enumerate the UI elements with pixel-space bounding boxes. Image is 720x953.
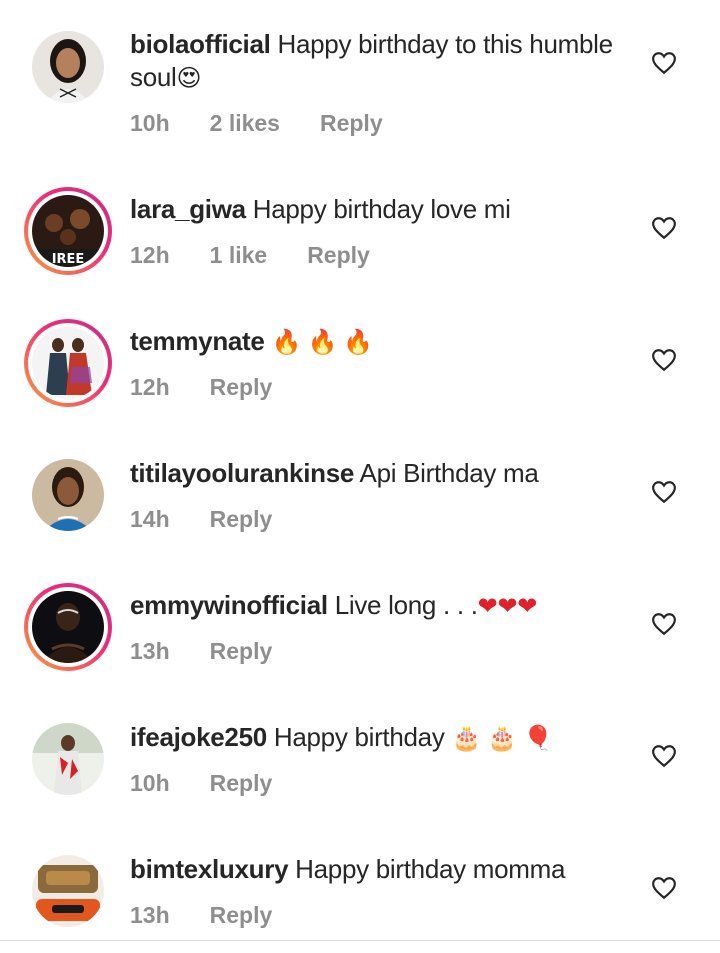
comment-meta: 10h Reply — [130, 770, 312, 797]
comment-body: Happy birthday momma — [295, 854, 566, 884]
reply-button[interactable]: Reply — [210, 770, 273, 797]
comment-meta: 12h Reply — [130, 374, 312, 401]
avatar[interactable] — [24, 583, 112, 671]
comment-username[interactable]: ifeajoke250 — [130, 722, 267, 752]
heart-outline-icon[interactable] — [651, 348, 677, 372]
comment-body: Live long . . . — [334, 590, 478, 620]
comment-username[interactable]: temmynate — [130, 326, 265, 356]
comment-username[interactable]: emmywinofficial — [130, 590, 328, 620]
heart-outline-icon[interactable] — [651, 876, 677, 900]
heart-outline-icon[interactable] — [651, 744, 677, 768]
comment-text: lara_giwa Happy birthday love mi — [130, 193, 630, 226]
reply-button[interactable]: Reply — [210, 374, 273, 401]
reply-button[interactable]: Reply — [307, 242, 370, 269]
comment-body: Happy birthday — [273, 722, 445, 752]
avatar[interactable] — [24, 715, 112, 803]
reply-button[interactable]: Reply — [210, 506, 273, 533]
comment-emoji: ❤❤❤ — [477, 593, 538, 620]
comment-meta: 13h Reply — [130, 638, 312, 665]
comment-text: titilayoolurankinse Api Birthday ma — [130, 457, 630, 490]
comment-meta: 14h Reply — [130, 506, 312, 533]
heart-outline-icon[interactable] — [651, 216, 677, 240]
comment-text: bimtexluxury Happy birthday momma — [130, 853, 630, 886]
svg-text:IREE: IREE — [52, 252, 85, 267]
comment-meta: 12h 1 like Reply — [130, 242, 410, 269]
comment-timestamp: 14h — [130, 506, 170, 532]
comment-text: ifeajoke250 Happy birthday 🎂 🎂 🎈 — [130, 721, 630, 755]
comment-item: bimtexluxury Happy birthday momma 13h Re… — [0, 0, 720, 928]
avatar[interactable] — [24, 847, 112, 935]
comment-emoji: 🔥 🔥 🔥 — [271, 329, 374, 356]
comment-text: temmynate 🔥 🔥 🔥 — [130, 325, 630, 359]
avatar[interactable] — [24, 451, 112, 539]
comment-body: Happy birthday love mi — [252, 194, 511, 224]
comment-likes-count[interactable]: 1 like — [210, 242, 268, 269]
comment-username[interactable]: bimtexluxury — [130, 854, 289, 884]
comment-text: emmywinofficial Live long . . .❤❤❤ — [130, 589, 630, 623]
comment-timestamp: 12h — [130, 242, 170, 268]
reply-button[interactable]: Reply — [210, 638, 273, 665]
reply-button[interactable]: Reply — [210, 902, 273, 929]
avatar[interactable]: IREE — [24, 187, 112, 275]
comment-emoji: 🎂 🎂 🎈 — [451, 725, 553, 752]
comment-meta: 13h Reply — [130, 902, 312, 929]
comment-username[interactable]: lara_giwa — [130, 194, 246, 224]
comment-timestamp: 13h — [130, 638, 170, 664]
bottom-divider — [0, 940, 720, 941]
heart-outline-icon[interactable] — [651, 480, 677, 504]
comment-username[interactable]: titilayoolurankinse — [130, 458, 354, 488]
avatar[interactable] — [24, 319, 112, 407]
heart-outline-icon[interactable] — [651, 612, 677, 636]
comment-timestamp: 12h — [130, 374, 170, 400]
comment-timestamp: 13h — [130, 902, 170, 928]
comment-timestamp: 10h — [130, 770, 170, 796]
comment-body: Api Birthday ma — [359, 458, 539, 488]
